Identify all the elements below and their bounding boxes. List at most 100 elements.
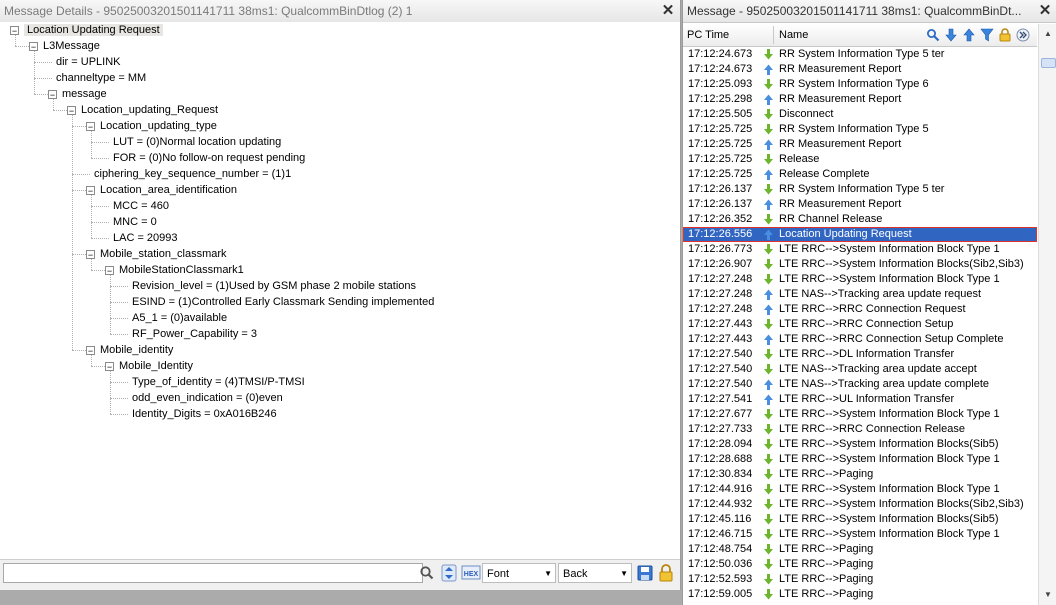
tree-node[interactable]: − Location_area_identification [86, 182, 237, 198]
scroll-down-icon[interactable]: ▼ [1040, 587, 1056, 603]
save-icon[interactable] [636, 563, 654, 583]
close-icon[interactable]: ✕ [660, 1, 676, 21]
tree-node[interactable]: − message [48, 86, 107, 102]
tree-node[interactable]: Revision_level = (1)Used by GSM phase 2 … [132, 278, 416, 294]
message-row[interactable]: 17:12:25.725 RR System Information Type 5 [683, 122, 1037, 137]
message-row[interactable]: 17:12:25.093 RR System Information Type 6 [683, 77, 1037, 92]
column-pc-time[interactable]: PC Time [683, 24, 773, 46]
message-row[interactable]: 17:12:26.907 LTE RRC-->System Information… [683, 257, 1037, 272]
message-row[interactable]: 17:12:26.137 RR Measurement Report [683, 197, 1037, 212]
close-icon[interactable]: ✕ [1037, 1, 1053, 21]
arrow-up-icon[interactable] [962, 28, 976, 42]
message-row[interactable]: 17:12:25.725 Release Complete [683, 167, 1037, 182]
message-row[interactable]: 17:12:27.733 LTE RRC-->RRC Connection Rel… [683, 422, 1037, 437]
message-row[interactable]: 17:12:50.036 LTE RRC-->Paging [683, 557, 1037, 572]
tree-node[interactable]: Identity_Digits = 0xA016B246 [132, 406, 277, 422]
tree-node[interactable]: MNC = 0 [113, 214, 157, 230]
message-row[interactable]: 17:12:48.754 LTE RRC-->Paging [683, 542, 1037, 557]
message-row[interactable]: 17:12:25.725 RR Measurement Report [683, 137, 1037, 152]
collapse-toggle-icon[interactable]: − [10, 25, 19, 35]
tree-node[interactable]: channeltype = MM [56, 70, 146, 86]
message-row[interactable]: 17:12:27.443 LTE RRC-->RRC Connection Set… [683, 317, 1037, 332]
collapse-toggle-icon[interactable]: − [105, 265, 114, 275]
vertical-scrollbar[interactable]: ▲ ▼ [1038, 24, 1056, 605]
tree-node[interactable]: dir = UPLINK [56, 54, 121, 70]
tree-node[interactable]: − Location_updating_Request [67, 102, 218, 118]
tree-node[interactable]: ciphering_key_sequence_number = (1)1 [94, 166, 291, 182]
up-down-icon[interactable] [440, 563, 458, 583]
message-row[interactable]: 17:12:30.834 LTE RRC-->Paging [683, 467, 1037, 482]
message-row[interactable]: 17:12:52.593 LTE RRC-->Paging [683, 572, 1037, 587]
tree-node[interactable]: − Mobile_station_classmark [86, 246, 227, 262]
collapse-toggle-icon[interactable]: − [67, 105, 76, 115]
collapse-toggle-icon[interactable]: − [86, 121, 95, 131]
tree-node[interactable]: − Mobile_identity [86, 342, 173, 358]
lock-icon[interactable] [657, 563, 675, 583]
message-row[interactable]: 17:12:27.541 LTE RRC-->UL Information Tra… [683, 392, 1037, 407]
message-list-title: Message - 95025003201501141711 38ms1: Qu… [683, 0, 1056, 23]
tree-node[interactable]: odd_even_indication = (0)even [132, 390, 283, 406]
column-name[interactable]: Name [775, 24, 808, 46]
scroll-up-icon[interactable]: ▲ [1040, 26, 1056, 42]
collapse-toggle-icon[interactable]: − [86, 185, 95, 195]
tree-node[interactable]: − Location Updating Request [10, 22, 163, 38]
search-icon[interactable] [926, 28, 940, 42]
scrollbar-thumb[interactable] [1041, 58, 1056, 68]
hex-icon[interactable]: HEX [461, 563, 481, 583]
tree-node[interactable]: FOR = (0)No follow-on request pending [113, 150, 305, 166]
message-row[interactable]: 17:12:27.248 LTE RRC-->RRC Connection Req… [683, 302, 1037, 317]
font-dropdown[interactable]: Font ▼ [482, 563, 556, 583]
find-input[interactable] [3, 563, 423, 583]
message-row[interactable]: 17:12:28.094 LTE RRC-->System Information… [683, 437, 1037, 452]
filter-icon[interactable] [980, 28, 994, 42]
tree-node[interactable]: − Location_updating_type [86, 118, 217, 134]
message-row[interactable]: 17:12:26.773 LTE RRC-->System Information… [683, 242, 1037, 257]
message-row[interactable]: 17:12:44.932 LTE RRC-->System Information… [683, 497, 1037, 512]
message-row[interactable]: 17:12:45.116 LTE RRC-->System Information… [683, 512, 1037, 527]
message-row[interactable]: 17:12:59.005 LTE RRC-->Paging [683, 587, 1037, 602]
message-row[interactable]: 17:12:25.725 Release [683, 152, 1037, 167]
back-dropdown[interactable]: Back ▼ [558, 563, 632, 583]
message-row[interactable]: 17:12:26.556 Location Updating Request [683, 227, 1037, 242]
tree-node[interactable]: LUT = (0)Normal location updating [113, 134, 281, 150]
message-row[interactable]: 17:12:27.540 LTE NAS-->Tracking area upda… [683, 362, 1037, 377]
collapse-toggle-icon[interactable]: − [105, 361, 114, 371]
message-row[interactable]: 17:12:46.715 LTE RRC-->System Information… [683, 527, 1037, 542]
message-time: 17:12:24.673 [688, 63, 753, 75]
search-icon[interactable] [418, 563, 436, 583]
tree-node[interactable]: − L3Message [29, 38, 100, 54]
tree-node[interactable]: − MobileStationClassmark1 [105, 262, 244, 278]
column-separator[interactable] [773, 26, 774, 44]
tree-node[interactable]: RF_Power_Capability = 3 [132, 326, 257, 342]
message-row[interactable]: 17:12:27.248 LTE RRC-->System Information… [683, 272, 1037, 287]
tree-node[interactable]: Type_of_identity = (4)TMSI/P-TMSI [132, 374, 305, 390]
message-row[interactable]: 17:12:26.137 RR System Information Type 5… [683, 182, 1037, 197]
message-row[interactable]: 17:12:25.298 RR Measurement Report [683, 92, 1037, 107]
more-icon[interactable] [1016, 28, 1030, 42]
message-row[interactable]: 17:12:25.505 Disconnect [683, 107, 1037, 122]
tree-node-label: Revision_level = (1)Used by GSM phase 2 … [132, 280, 416, 293]
message-name: LTE RRC-->System Information Block Type … [779, 243, 1000, 255]
message-row[interactable]: 17:12:27.443 LTE RRC-->RRC Connection Set… [683, 332, 1037, 347]
message-row[interactable]: 17:12:24.673 RR Measurement Report [683, 62, 1037, 77]
message-row[interactable]: 17:12:27.677 LTE RRC-->System Information… [683, 407, 1037, 422]
message-row[interactable]: 17:12:26.352 RR Channel Release [683, 212, 1037, 227]
tree-node[interactable]: A5_1 = (0)available [132, 310, 227, 326]
message-row[interactable]: 17:12:28.688 LTE RRC-->System Information… [683, 452, 1037, 467]
collapse-toggle-icon[interactable]: − [29, 41, 38, 51]
message-row[interactable]: 17:12:44.916 LTE RRC-->System Information… [683, 482, 1037, 497]
tree-node[interactable]: ESIND = (1)Controlled Early Classmark Se… [132, 294, 434, 310]
message-row[interactable]: 17:12:24.673 RR System Information Type 5… [683, 47, 1037, 62]
collapse-toggle-icon[interactable]: − [86, 345, 95, 355]
message-row[interactable]: 17:12:27.248 LTE NAS-->Tracking area upda… [683, 287, 1037, 302]
message-row[interactable]: 17:12:27.540 LTE NAS-->Tracking area upda… [683, 377, 1037, 392]
tree-node-label: Type_of_identity = (4)TMSI/P-TMSI [132, 376, 305, 389]
tree-node[interactable]: − Mobile_Identity [105, 358, 193, 374]
message-row[interactable]: 17:12:27.540 LTE RRC-->DL Information Tra… [683, 347, 1037, 362]
tree-node[interactable]: LAC = 20993 [113, 230, 178, 246]
arrow-down-icon[interactable] [944, 28, 958, 42]
tree-node[interactable]: MCC = 460 [113, 198, 169, 214]
collapse-toggle-icon[interactable]: − [48, 89, 57, 99]
collapse-toggle-icon[interactable]: − [86, 249, 95, 259]
lock-icon[interactable] [998, 28, 1012, 42]
